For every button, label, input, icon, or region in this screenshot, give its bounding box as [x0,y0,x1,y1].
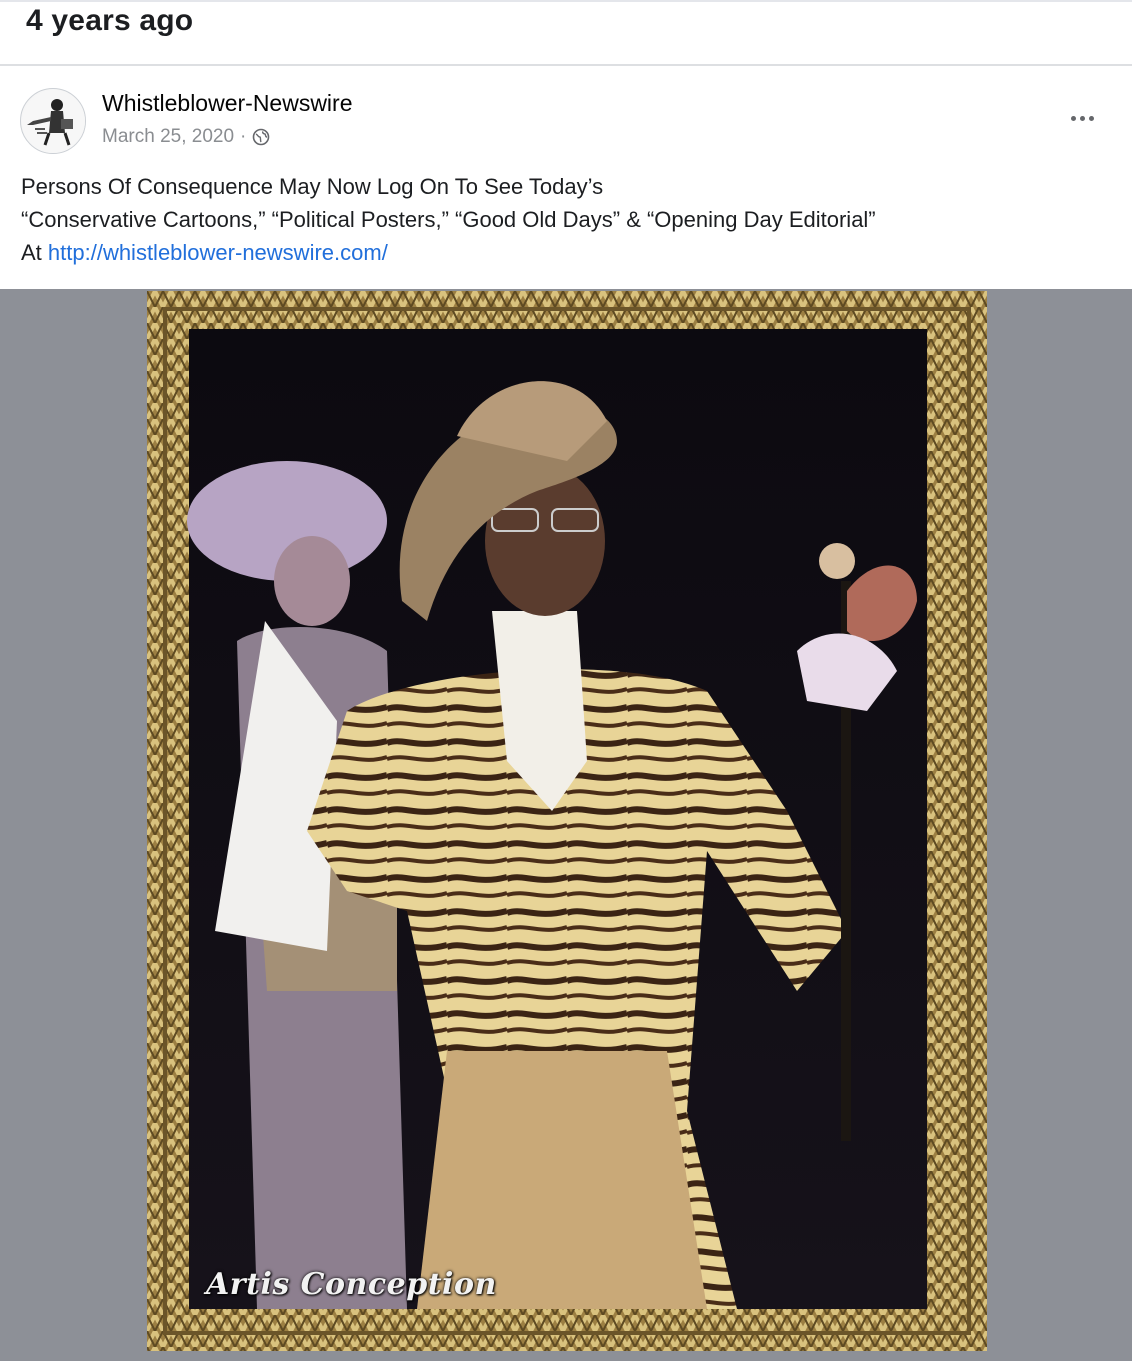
post-text-line-1: Persons Of Consequence May Now Log On To… [21,174,604,199]
post-card: Whistleblower-Newswire March 25, 2020 · … [0,68,1132,1361]
memory-title: 4 years ago [26,4,194,37]
page-name-link[interactable]: Whistleblower-Newswire [102,90,353,117]
meta-separator: · [240,126,247,147]
post-date[interactable]: March 25, 2020 [102,126,234,148]
website-link[interactable]: http://whistleblower-newswire.com/ [48,240,388,265]
memory-header: 4 years ago [0,0,1132,66]
page-avatar[interactable] [20,88,86,154]
post-text-line-2: “Conservative Cartoons,” “Political Post… [21,207,876,232]
globe-icon[interactable] [252,128,270,146]
link-prefix: At [21,240,48,265]
framed-portrait-image[interactable] [147,291,987,1351]
post-message: Persons Of Consequence May Now Log On To… [21,170,1111,269]
post-meta: March 25, 2020 · [102,126,270,148]
whistleblower-logo-icon [22,90,85,153]
ellipsis-icon [1070,115,1076,121]
post-image-container[interactable]: Artis Conception [0,289,1132,1361]
more-options-button[interactable] [1062,98,1102,138]
post-text-line-3: At http://whistleblower-newswire.com/ [21,236,1111,269]
image-caption-text: Artis Conception [206,1267,497,1302]
